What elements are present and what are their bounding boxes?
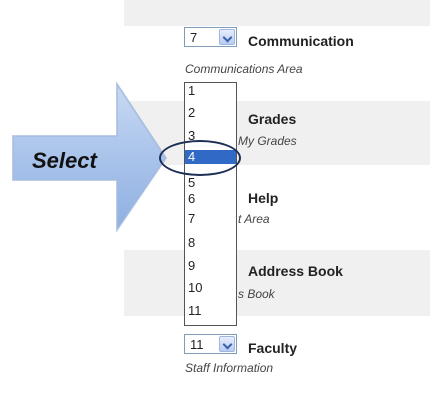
callout-arrow: [12, 81, 167, 233]
callout-label: Select: [32, 148, 97, 173]
highlight-ellipse: [159, 140, 241, 176]
